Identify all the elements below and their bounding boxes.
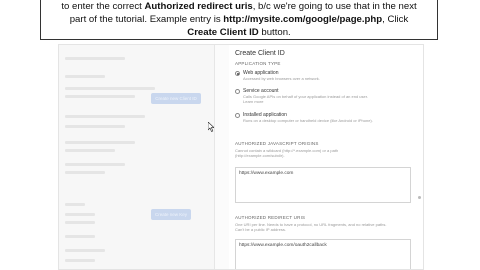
faded-text-line: [65, 163, 125, 166]
faded-text-line: [65, 95, 135, 98]
faded-text-line: [65, 57, 125, 60]
application-type-label: APPLICATION TYPE: [235, 61, 281, 66]
faded-text-line: [65, 171, 105, 174]
option-service-account[interactable]: Service account Calls Google APIs on beh…: [235, 88, 368, 104]
instruction-text: , Click: [382, 14, 409, 25]
help-text: Can't be a public IP address.: [235, 227, 286, 232]
instruction-bold: Authorized redirect uris: [144, 1, 253, 12]
redirect-uris-textarea[interactable]: https://www.example.com/oauth2callback: [235, 239, 411, 269]
option-description: Accessed by web browsers over a network.: [243, 76, 320, 81]
instruction-text: , b/c we're going to use that in the nex…: [252, 1, 417, 12]
faded-text-line: [65, 141, 135, 144]
instruction-text: part of the tutorial. Example entry is: [69, 14, 224, 25]
create-client-id-dialog: Create Client ID APPLICATION TYPE Web ap…: [229, 45, 423, 269]
faded-text-line: [65, 235, 95, 238]
instruction-text: button.: [258, 27, 291, 38]
js-origins-value: https://www.example.com: [239, 171, 294, 176]
js-origins-help: Cannot contain a wildcard (http://*.exam…: [235, 148, 415, 158]
instruction-line-1: to enter the correct Authorized redirect…: [45, 0, 433, 13]
create-key-button[interactable]: Create new Key: [151, 209, 191, 220]
option-installed-application[interactable]: Installed application Runs on a desktop …: [235, 112, 373, 123]
faded-text-line: [65, 249, 105, 252]
faded-text-line: [65, 213, 95, 216]
instruction-line-3: Create Client ID button.: [45, 26, 433, 39]
redirect-uris-label: AUTHORIZED REDIRECT URIS: [235, 215, 306, 220]
faded-text-line: [65, 115, 145, 118]
faded-text-line: [65, 259, 95, 262]
instruction-text: to enter the correct: [61, 1, 145, 12]
console-background-panel: Create new Client ID Create new Key: [59, 45, 214, 269]
instruction-bold: http://mysite.com/google/page.php: [223, 14, 383, 25]
faded-text-line: [65, 125, 125, 128]
faded-text-line: [65, 75, 105, 78]
radio-unselected-icon[interactable]: [235, 89, 240, 94]
faded-text-line: [65, 221, 95, 224]
redirect-uris-help: One URI per line. Needs to have a protoc…: [235, 222, 415, 232]
console-screenshot: Create new Client ID Create new Key Crea…: [58, 44, 424, 270]
faded-text-line: [65, 203, 85, 206]
create-client-id-button[interactable]: Create new Client ID: [151, 93, 201, 104]
panel-divider: [214, 45, 215, 269]
option-description: Runs on a desktop computer or handheld d…: [243, 118, 373, 123]
js-origins-textarea[interactable]: https://www.example.com: [235, 167, 411, 203]
instruction-line-2: part of the tutorial. Example entry is h…: [45, 13, 433, 26]
instruction-bold: Create Client ID: [187, 27, 259, 38]
option-web-application[interactable]: Web application Accessed by web browsers…: [235, 70, 320, 81]
redirect-uris-value: https://www.example.com/oauth2callback: [239, 243, 327, 248]
radio-selected-icon[interactable]: [235, 71, 240, 76]
radio-unselected-icon[interactable]: [235, 113, 240, 118]
faded-text-line: [65, 87, 155, 90]
faded-text-line: [65, 149, 115, 152]
tutorial-instruction: to enter the correct Authorized redirect…: [40, 0, 438, 40]
help-text: (http://example.com/subdir).: [235, 153, 285, 158]
resize-handle-icon[interactable]: [418, 196, 421, 199]
dialog-title: Create Client ID: [235, 50, 285, 57]
js-origins-label: AUTHORIZED JAVASCRIPT ORIGINS: [235, 141, 319, 146]
learn-more-link[interactable]: Learn more: [243, 99, 368, 104]
